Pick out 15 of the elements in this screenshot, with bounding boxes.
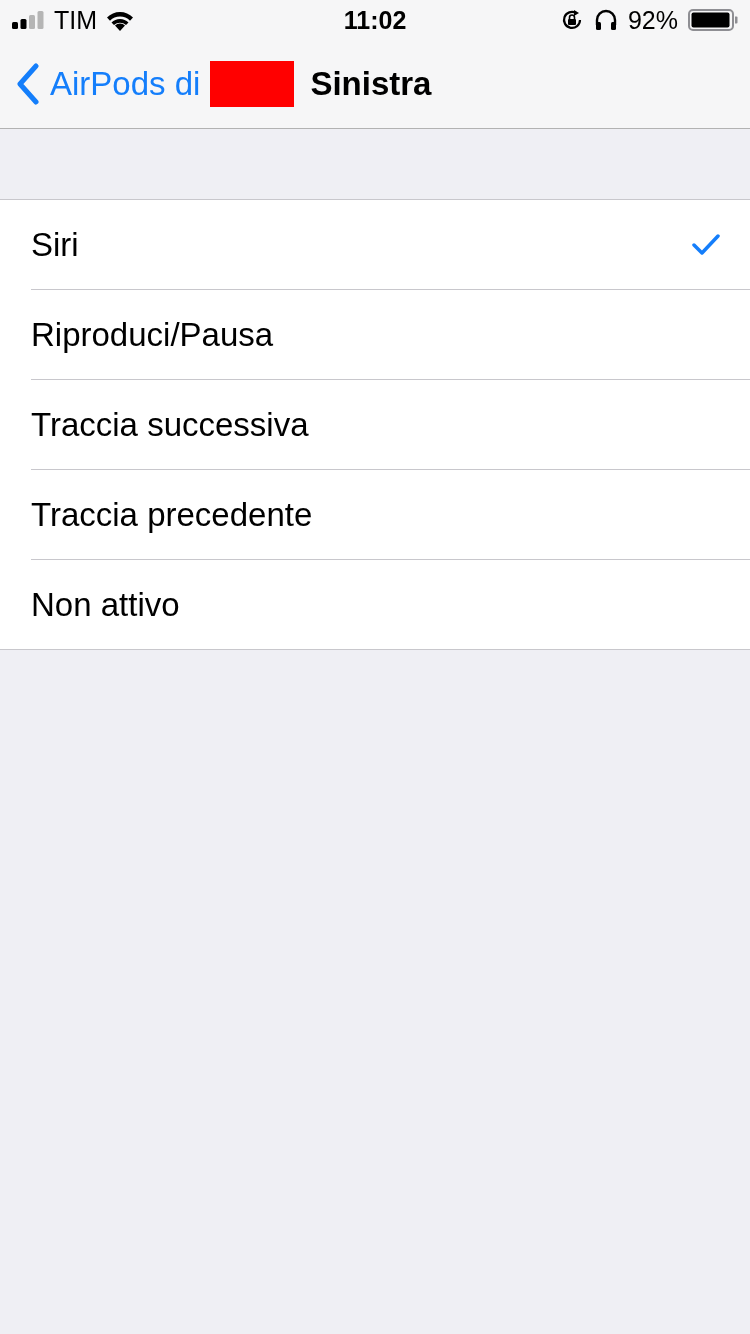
battery-percent: 92%	[627, 5, 678, 35]
option-row[interactable]: Riproduci/Pausa	[0, 290, 750, 380]
option-row[interactable]: Non attivo	[0, 560, 750, 649]
chevron-left-icon	[16, 63, 40, 105]
option-row[interactable]: Traccia successiva	[0, 380, 750, 470]
wifi-icon	[105, 9, 136, 31]
back-button[interactable]: AirPods di	[16, 63, 201, 105]
page-title: Sinistra	[310, 65, 432, 103]
headphones-icon	[593, 8, 618, 32]
option-row[interactable]: Traccia precedente	[0, 470, 750, 560]
signal-icon	[12, 11, 46, 29]
option-row[interactable]: Siri	[0, 200, 750, 290]
carrier-label: TIM	[54, 5, 98, 35]
battery-icon	[688, 9, 738, 31]
clock-time: 11:02	[343, 5, 407, 35]
